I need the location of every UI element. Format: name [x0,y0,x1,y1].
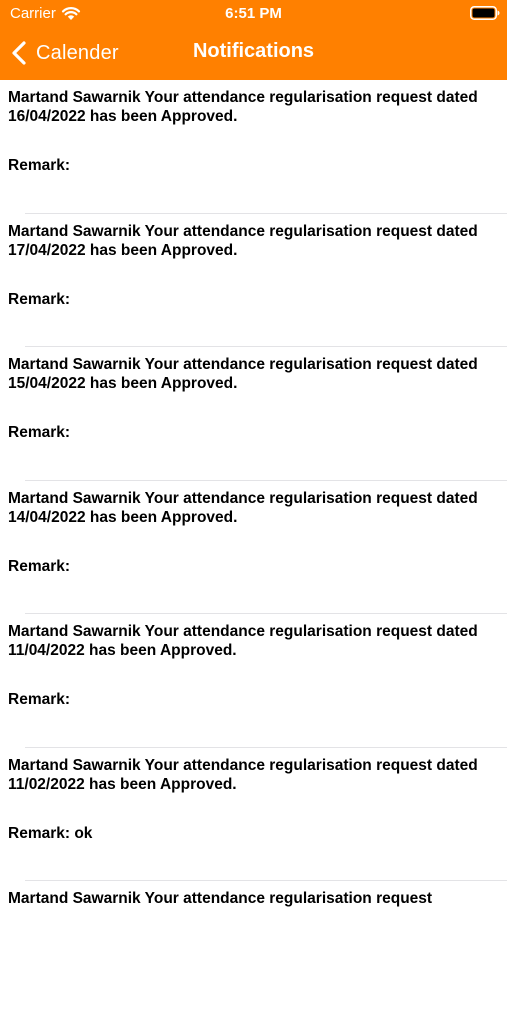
list-item[interactable]: Martand Sawarnik Your attendance regular… [0,347,507,481]
navigation-bar: Calender Notifications [0,28,507,80]
status-bar: Carrier 6:51 PM [0,0,507,28]
notification-message: Martand Sawarnik Your attendance regular… [8,890,433,907]
notification-message: Martand Sawarnik Your attendance regular… [8,756,478,793]
notification-remark: Remark: [8,157,71,174]
notification-remark: Remark: [8,290,71,308]
notification-message: Martand Sawarnik Your attendance regular… [8,489,478,526]
status-time: 6:51 PM [225,5,282,22]
notification-message: Martand Sawarnik Your attendance regular… [8,222,478,259]
notification-message: Martand Sawarnik Your attendance regular… [8,623,478,659]
list-item[interactable]: Martand Sawarnik Your attendance regular… [0,748,507,881]
battery-icon [470,6,500,20]
header: Carrier 6:51 PM Calender Notifications [0,0,507,80]
list-item[interactable]: Martand Sawarnik Your attendance regular… [0,481,507,614]
list-item[interactable]: Martand Sawarnik Your attendance regular… [0,214,507,347]
notification-message: Martand Sawarnik Your attendance regular… [8,356,478,392]
list-item[interactable]: Martand Sawarnik Your attendance regular… [0,614,507,748]
list-item[interactable]: Martand Sawarnik Your attendance regular… [0,80,507,214]
notification-remark: Remark: [8,424,71,441]
notification-remark: Remark: [8,691,71,708]
notification-message: Martand Sawarnik Your attendance regular… [8,89,478,125]
notification-list[interactable]: Martand Sawarnik Your attendance regular… [0,80,507,1015]
page-title: Notifications [192,40,315,62]
notification-remark: Remark: [8,557,71,575]
list-item[interactable]: Martand Sawarnik Your attendance regular… [0,881,507,1015]
notification-remark: Remark: ok [8,824,93,842]
